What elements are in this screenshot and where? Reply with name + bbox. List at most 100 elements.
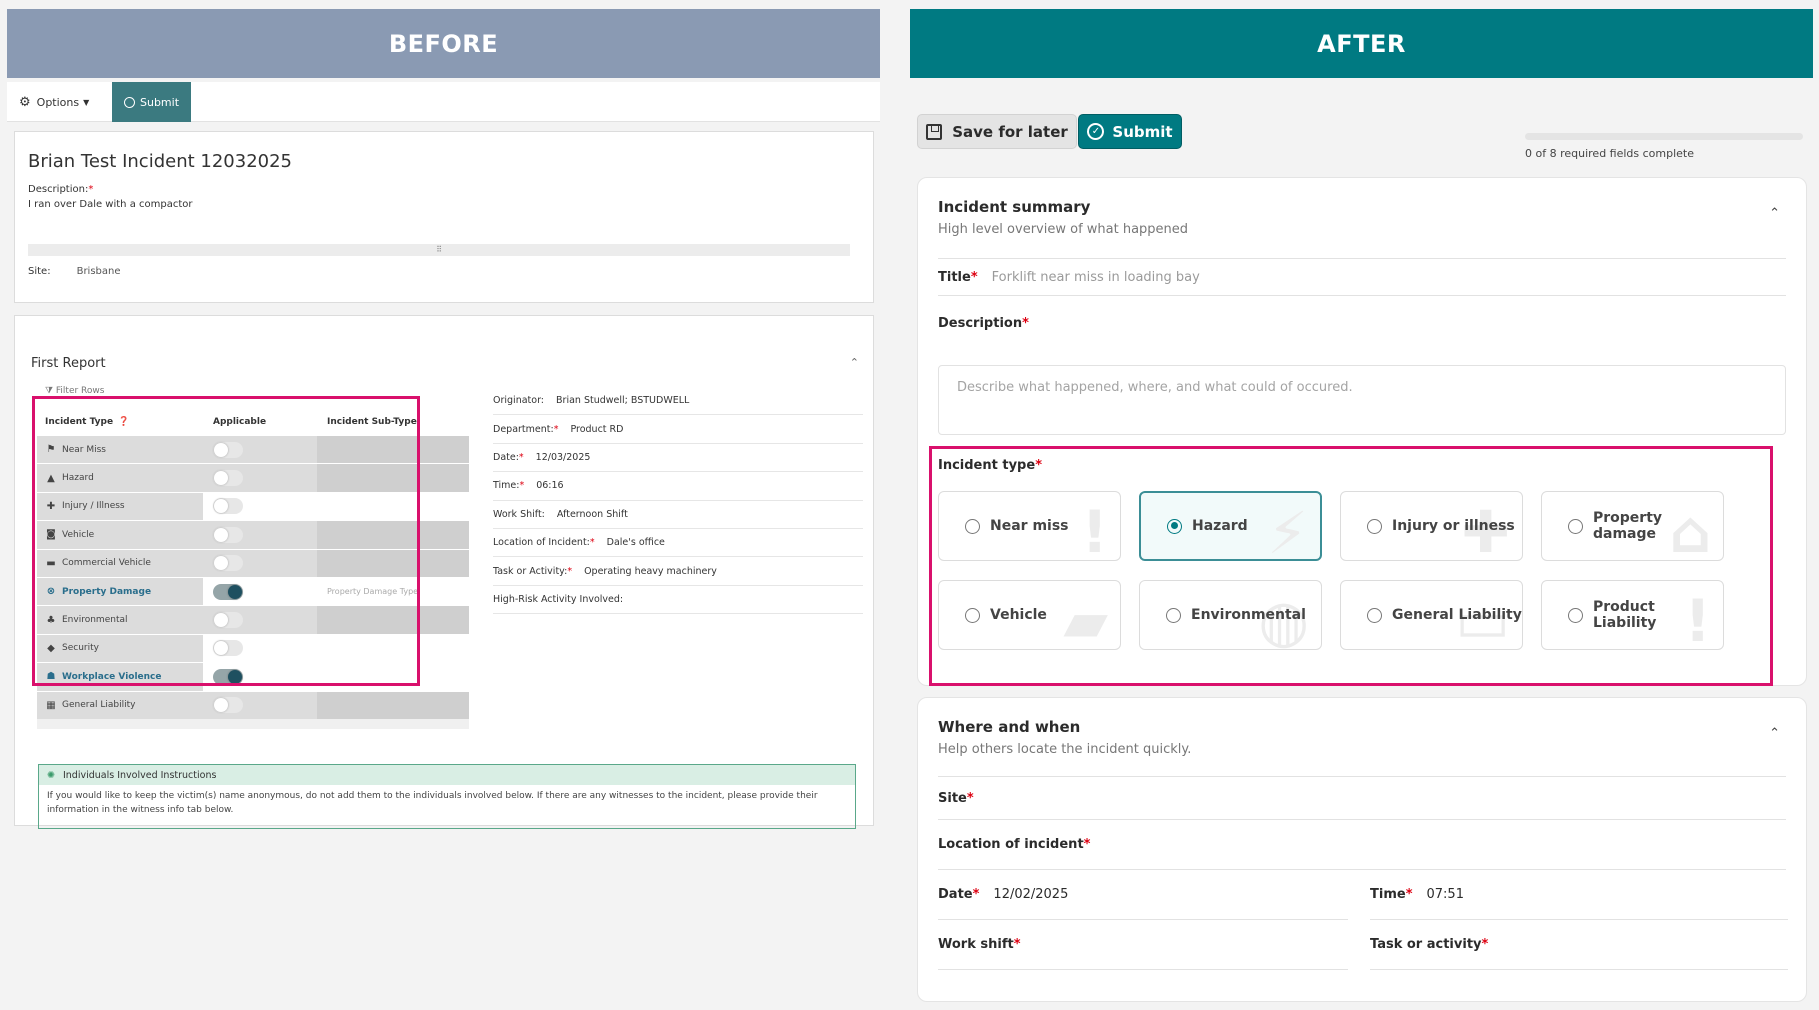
detail-label: Location of Incident:: [493, 537, 590, 549]
description-field: Description*: [938, 308, 1786, 338]
description-value: I ran over Dale with a compactor: [28, 199, 193, 210]
title-label: Title*: [938, 269, 978, 285]
required-marker: *: [553, 423, 559, 435]
after-banner: AFTER: [910, 9, 1813, 78]
incident-type-icon: ▦: [46, 699, 56, 711]
detail-label: High-Risk Activity Involved:: [493, 593, 624, 605]
lightbulb-icon: ✺: [47, 769, 55, 781]
where-and-when-section: Where and when Help others locate the in…: [917, 697, 1807, 1002]
time-value[interactable]: 07:51: [1427, 887, 1464, 902]
options-button[interactable]: ⚙ Options ▼: [7, 82, 112, 122]
progress-text: 0 of 8 required fields complete: [1525, 147, 1695, 160]
detail-row: Time: * 06:16: [493, 472, 863, 501]
detail-value[interactable]: 06:16: [536, 480, 563, 491]
progress-bar: [1525, 133, 1803, 140]
before-highlight-box: [32, 396, 420, 686]
title-input[interactable]: Forklift near miss in loading bay: [992, 270, 1200, 285]
detail-label: Time:: [493, 480, 520, 492]
site-value: Brisbane: [76, 266, 121, 277]
required-marker: *: [589, 537, 595, 549]
save-for-later-button[interactable]: Save for later: [917, 114, 1077, 149]
detail-label: Department:: [493, 423, 554, 435]
required-marker: *: [567, 565, 573, 577]
detail-label: Work Shift:: [493, 508, 545, 520]
detail-value[interactable]: 12/03/2025: [536, 452, 591, 463]
work-shift-field[interactable]: Work shift*: [938, 920, 1348, 970]
shift-label: Work shift: [938, 937, 1014, 952]
before-panel: BEFORE ⚙ Options ▼ Submit Brian Test Inc…: [7, 9, 880, 829]
detail-row: Date: * 12/03/2025: [493, 444, 863, 473]
before-toolbar: ⚙ Options ▼ Submit: [7, 82, 880, 122]
site-field: Site: Brisbane: [28, 266, 121, 277]
date-label: Date: [938, 887, 973, 902]
instructions-box: ✺ Individuals Involved Instructions If yo…: [38, 764, 856, 829]
time-label: Time: [1370, 887, 1406, 902]
detail-value[interactable]: Dale's office: [607, 537, 665, 548]
instructions-header: ✺ Individuals Involved Instructions: [39, 765, 855, 785]
before-submit-label: Submit: [139, 95, 180, 109]
date-field[interactable]: Date* 12/02/2025: [938, 870, 1348, 920]
detail-row: Task or Activity: * Operating heavy machin…: [493, 557, 863, 586]
after-panel: AFTER Save for later ✓ Submit 0 of 8 req…: [910, 9, 1813, 1002]
save-icon: [926, 123, 943, 140]
after-submit-button[interactable]: ✓ Submit: [1078, 114, 1182, 149]
incident-type-cell: ▦ General Liability: [37, 691, 203, 719]
required-marker: *: [519, 480, 525, 492]
detail-value[interactable]: Afternoon Shift: [557, 509, 628, 520]
save-label: Save for later: [952, 122, 1068, 141]
after-highlight-box: [929, 446, 1773, 686]
detail-row: High-Risk Activity Involved:: [493, 586, 863, 615]
after-submit-label: Submit: [1112, 122, 1173, 141]
detail-row: Originator: Brian Studwell; BSTUDWELL: [493, 387, 863, 416]
before-banner: BEFORE: [7, 9, 880, 78]
first-report-details: Originator: Brian Studwell; BSTUDWELL Depa…: [493, 387, 863, 615]
summary-title: Incident summary: [938, 198, 1091, 216]
detail-label: Originator:: [493, 395, 545, 407]
detail-label: Date:: [493, 451, 519, 463]
applicable-toggle[interactable]: [213, 697, 243, 714]
instructions-text: If you would like to keep the victim(s) …: [47, 791, 818, 815]
required-marker: *: [518, 451, 524, 463]
after-toolbar: Save for later ✓ Submit 0 of 8 required …: [910, 114, 1813, 160]
applicable-cell: [203, 691, 317, 719]
chevron-up-icon[interactable]: ⌃: [1769, 726, 1780, 741]
check-circle-icon: [123, 96, 135, 108]
caret-down-icon: ▼: [83, 97, 90, 107]
location-label: Location of incident: [938, 837, 1084, 852]
incident-type-label: General Liability: [62, 700, 136, 711]
before-submit-button[interactable]: Submit: [112, 82, 191, 122]
chevron-up-icon[interactable]: ⌃: [850, 356, 859, 369]
time-field[interactable]: Time* 07:51: [1370, 870, 1788, 920]
description-label: Description:*: [28, 184, 94, 195]
incident-title: Brian Test Incident 12032025: [28, 151, 292, 172]
location-field[interactable]: Location of incident*: [938, 820, 1786, 870]
description-label: Description*: [938, 315, 1029, 331]
check-circle-icon: ✓: [1087, 123, 1105, 140]
detail-label: Task or Activity:: [493, 565, 568, 577]
task-field[interactable]: Task or activity*: [1370, 920, 1788, 970]
where-subtitle: Help others locate the incident quickly.: [938, 742, 1192, 757]
filter-rows[interactable]: ⧩ Filter Rows: [45, 386, 104, 396]
where-title: Where and when: [938, 718, 1081, 736]
incident-card: Brian Test Incident 12032025 Description…: [14, 131, 874, 303]
options-label: Options: [36, 95, 80, 109]
resize-handle[interactable]: ⠿: [28, 244, 850, 256]
detail-value[interactable]: Brian Studwell; BSTUDWELL: [556, 395, 689, 406]
detail-row: Work Shift: Afternoon Shift: [493, 501, 863, 529]
detail-value[interactable]: Operating heavy machinery: [584, 566, 717, 577]
first-report-title: First Report: [31, 356, 106, 371]
chevron-up-icon[interactable]: ⌃: [1769, 206, 1780, 221]
table-row: ▦ General Liability: [37, 690, 469, 719]
summary-subtitle: High level overview of what happened: [938, 222, 1189, 237]
task-label: Task or activity: [1370, 937, 1482, 952]
date-value[interactable]: 12/02/2025: [993, 887, 1068, 902]
sub-type-cell: [317, 691, 469, 719]
detail-row: Department: * Product RD: [493, 415, 863, 444]
title-field[interactable]: Title* Forklift near miss in loading bay: [938, 258, 1786, 296]
filter-icon: ⧩: [45, 386, 54, 396]
detail-value[interactable]: Product RD: [570, 424, 623, 435]
site-label: Site: [938, 790, 967, 806]
detail-row: Location of Incident: * Dale's office: [493, 529, 863, 558]
site-field[interactable]: Site*: [938, 776, 1786, 820]
description-textarea[interactable]: Describe what happened, where, and what …: [938, 365, 1786, 435]
